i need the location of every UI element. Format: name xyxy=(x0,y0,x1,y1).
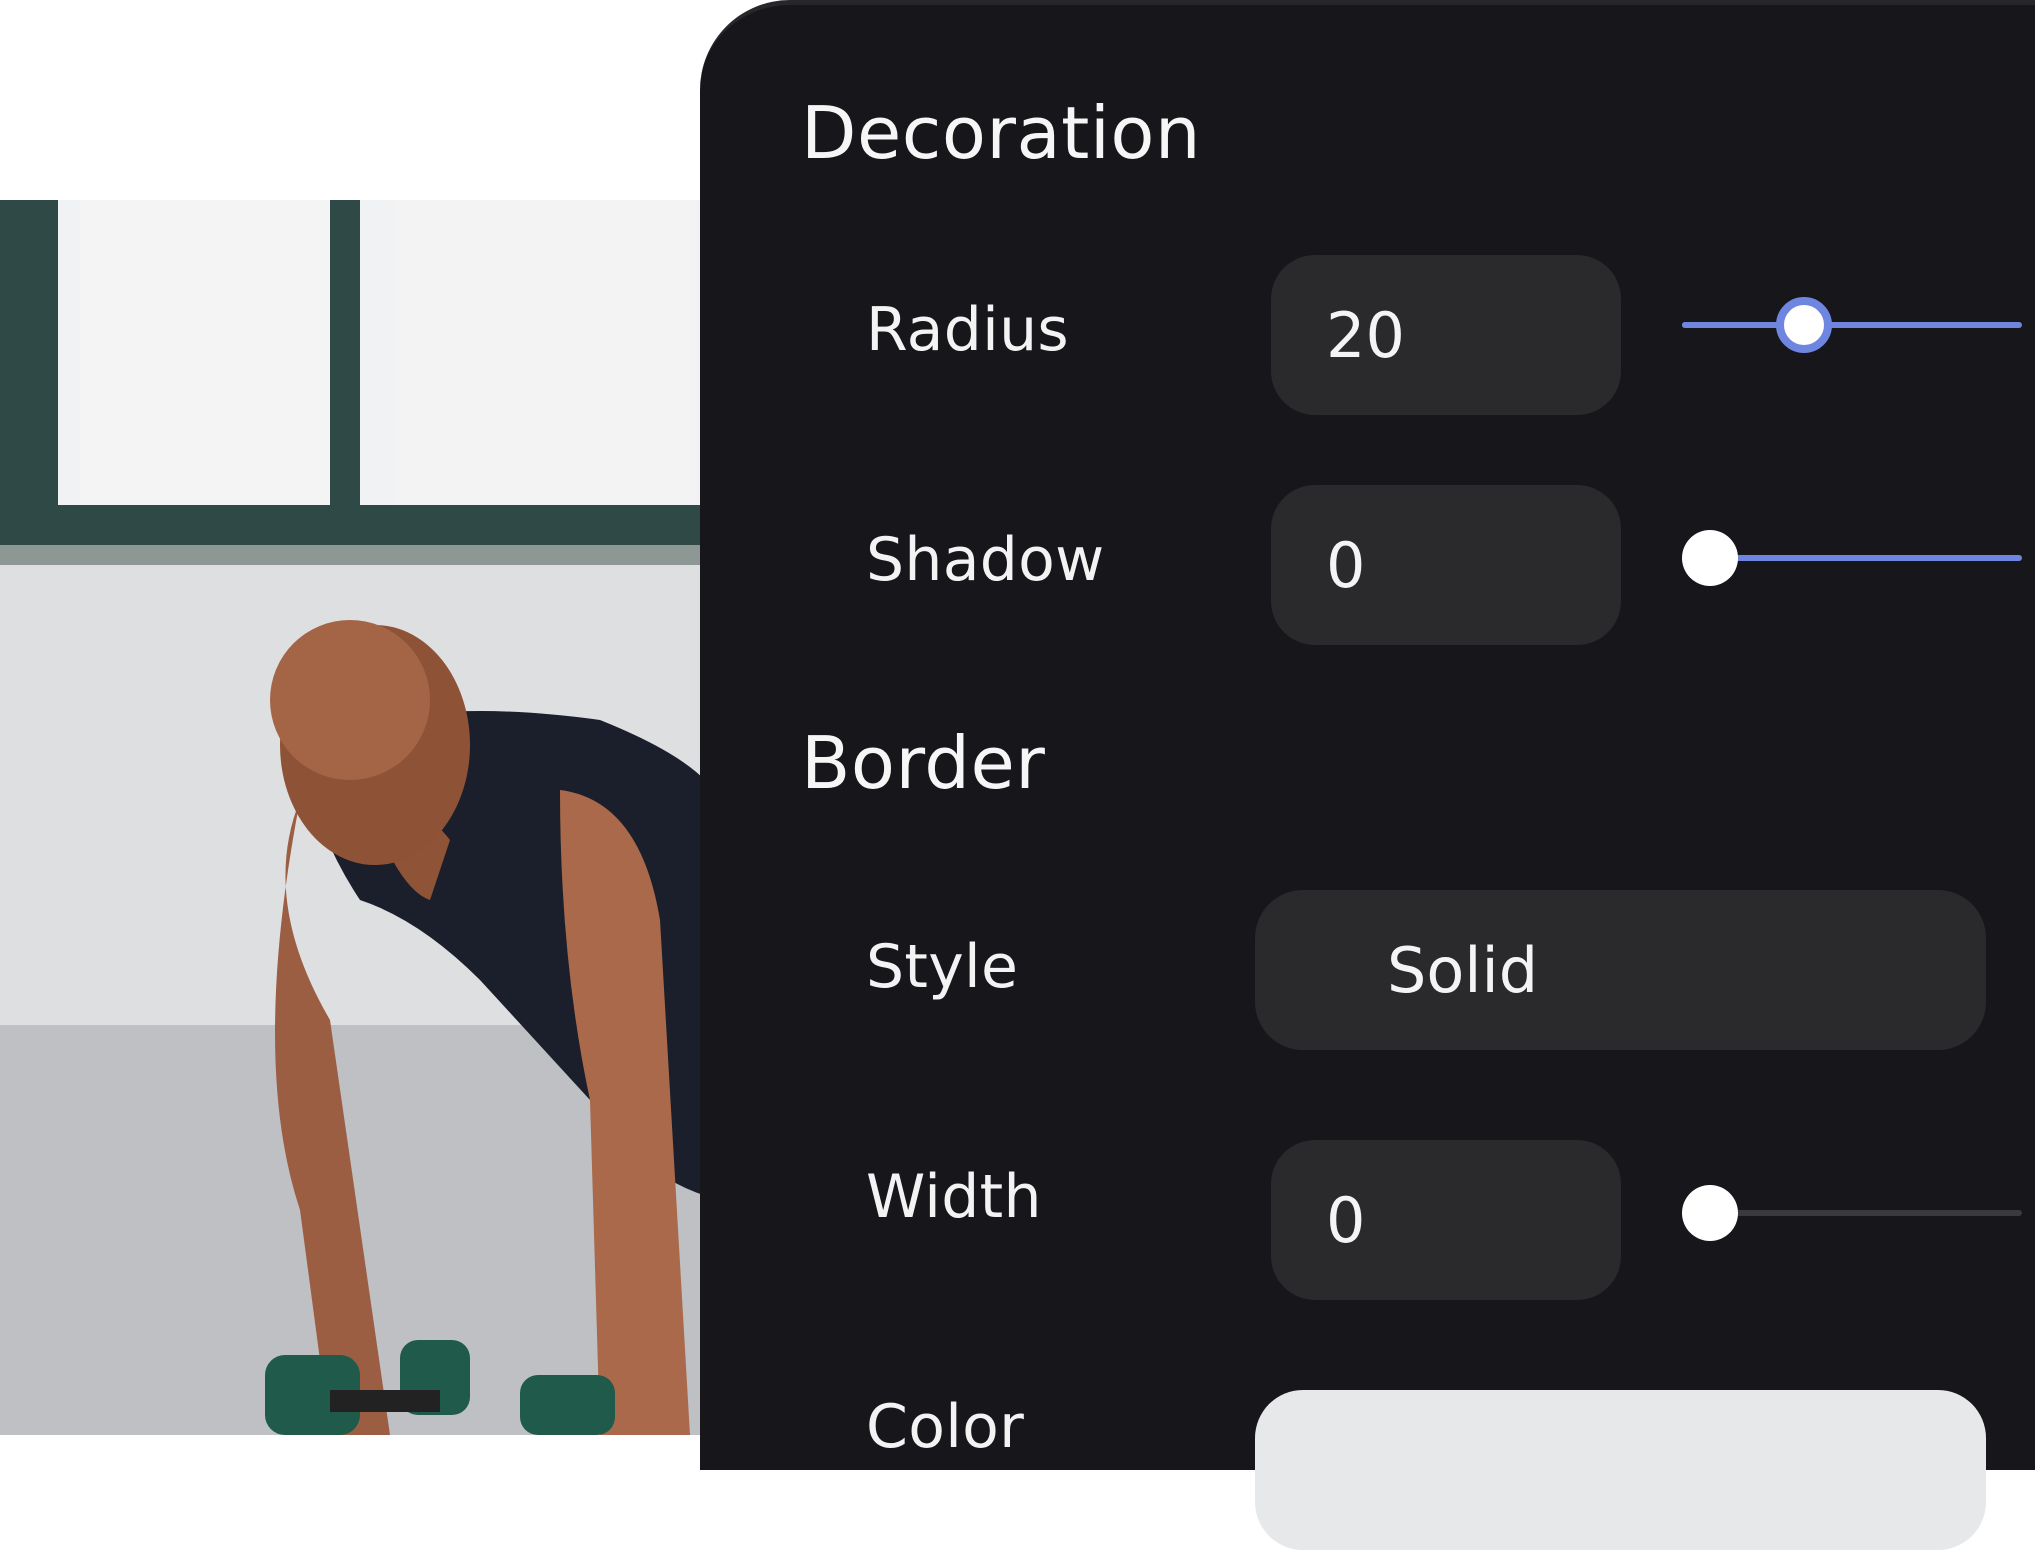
style-label: Style xyxy=(866,932,1019,1002)
shadow-input[interactable]: 0 xyxy=(1271,485,1621,645)
radius-label: Radius xyxy=(866,295,1069,365)
style-select[interactable]: Solid xyxy=(1255,890,1986,1050)
width-value: 0 xyxy=(1326,1183,1366,1257)
border-heading: Border xyxy=(801,721,1046,805)
shadow-label: Shadow xyxy=(866,525,1105,595)
width-input[interactable]: 0 xyxy=(1271,1140,1621,1300)
width-slider-thumb[interactable] xyxy=(1682,1185,1738,1241)
radius-input[interactable]: 20 xyxy=(1271,255,1621,415)
width-slider[interactable] xyxy=(1682,1183,2022,1243)
style-value: Solid xyxy=(1387,933,1539,1007)
radius-slider[interactable] xyxy=(1682,295,2022,355)
color-label: Color xyxy=(866,1392,1025,1462)
color-swatch[interactable] xyxy=(1255,1390,1986,1550)
settings-panel: Decoration Radius 20 Shadow 0 Border Sty… xyxy=(700,0,2035,1550)
fitness-photo xyxy=(0,200,720,1435)
radius-value: 20 xyxy=(1326,298,1405,372)
shadow-value: 0 xyxy=(1326,528,1366,602)
radius-slider-thumb[interactable] xyxy=(1776,297,1832,353)
shadow-slider-thumb[interactable] xyxy=(1682,530,1738,586)
decoration-heading: Decoration xyxy=(801,91,1202,175)
shadow-slider[interactable] xyxy=(1682,528,2022,588)
width-label: Width xyxy=(866,1162,1042,1232)
